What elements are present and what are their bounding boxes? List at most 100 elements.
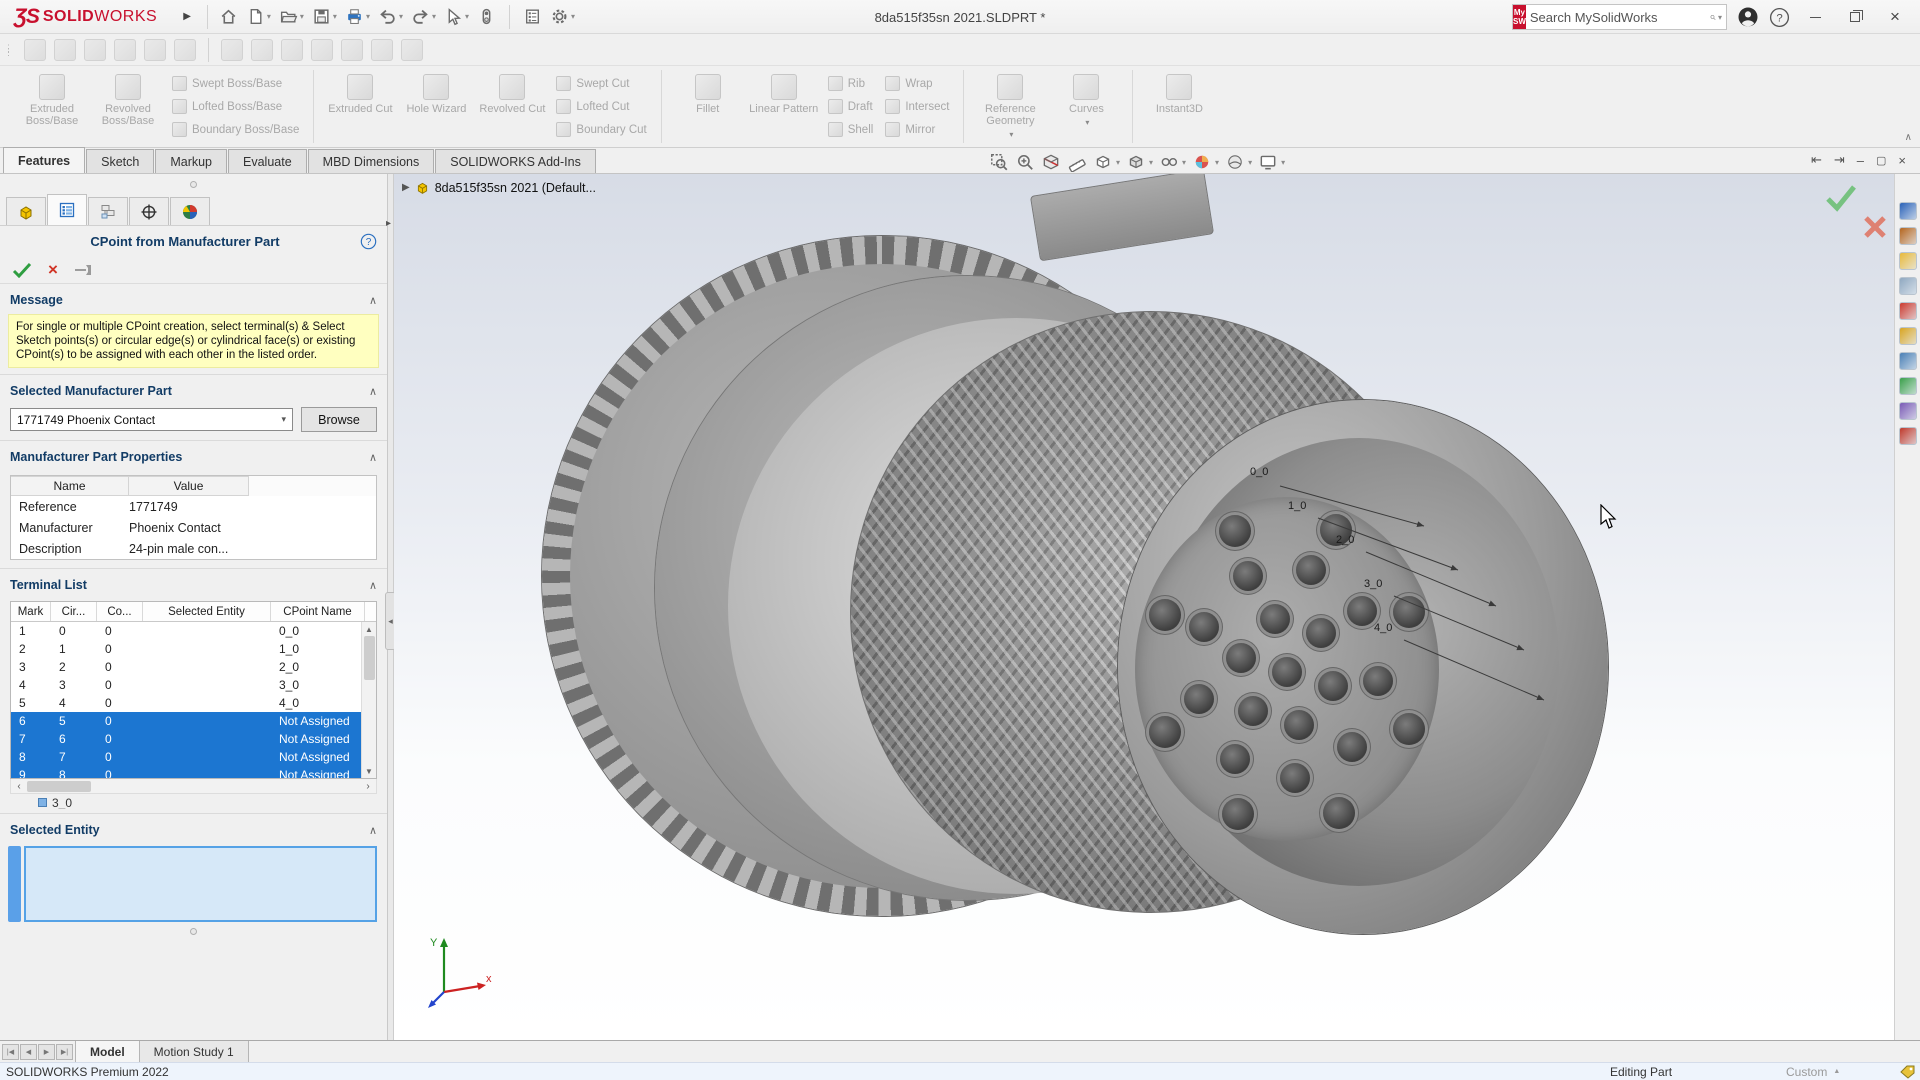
panel-splitter-handle[interactable] <box>190 180 197 188</box>
ribbon-extruded-boss-base-button[interactable]: Extruded Boss/Base <box>16 70 88 144</box>
collapse-chevron-icon[interactable]: ∧ <box>369 579 377 592</box>
pane-minimize-icon[interactable]: – <box>1857 153 1864 168</box>
tab-property-manager[interactable] <box>47 194 87 225</box>
selected-entity-active-bar[interactable] <box>8 846 21 922</box>
pin-hole[interactable] <box>1189 612 1219 642</box>
section-selected-entity[interactable]: Selected Entity ∧ <box>0 818 387 842</box>
dropdown-caret-icon[interactable]: ▾ <box>267 12 271 21</box>
ribbon-curves-button[interactable]: Curves ▾ <box>1050 70 1122 144</box>
ribbon-rib-button[interactable]: Rib <box>824 74 878 94</box>
custom-properties-icon[interactable] <box>1898 327 1917 345</box>
prev-tab-icon[interactable]: ◀ <box>20 1043 37 1060</box>
terminal-row[interactable]: 4 3 0 3_0 <box>11 676 376 694</box>
tab-evaluate[interactable]: Evaluate <box>228 149 307 173</box>
pin-hole[interactable] <box>1226 643 1256 673</box>
ribbon-swept-boss-base-button[interactable]: Swept Boss/Base <box>168 74 303 94</box>
appearances-scenes-icon[interactable] <box>1898 302 1917 320</box>
dropdown-caret-icon[interactable]: ▾ <box>1182 158 1186 167</box>
tab-sketch[interactable]: Sketch <box>86 149 155 173</box>
confirm-cancel-icon[interactable] <box>1862 214 1888 240</box>
view-palette-icon[interactable] <box>1898 277 1917 295</box>
help-icon[interactable]: ? <box>1769 7 1790 28</box>
measure-button[interactable] <box>1067 152 1087 172</box>
dropdown-caret-icon[interactable]: ▾ <box>1085 118 1089 127</box>
view-settings-button[interactable]: ▾ <box>1258 152 1285 172</box>
dropdown-caret-icon[interactable]: ▾ <box>399 12 403 21</box>
account-icon[interactable] <box>1737 6 1759 28</box>
ribbon-reference-geometry-button[interactable]: Reference Geometry ▾ <box>974 70 1046 144</box>
dropdown-caret-icon[interactable]: ▾ <box>1009 130 1013 139</box>
dropdown-caret-icon[interactable]: ▾ <box>1149 158 1153 167</box>
pin-hole[interactable] <box>1337 732 1367 762</box>
pin-hole[interactable] <box>1393 596 1425 628</box>
dropdown-caret-icon[interactable]: ▾ <box>1248 158 1252 167</box>
qa-options-gear-button[interactable]: ▾ <box>547 4 578 30</box>
tab-markup[interactable]: Markup <box>155 149 228 173</box>
collapse-chevron-icon[interactable]: ∧ <box>369 385 377 398</box>
minimize-button[interactable] <box>1800 4 1830 30</box>
terminal-horizontal-scrollbar[interactable]: ‹ › <box>10 779 377 794</box>
first-tab-icon[interactable]: |◀ <box>2 1043 19 1060</box>
ribbon-lofted-cut-button[interactable]: Lofted Cut <box>552 97 650 117</box>
scroll-thumb[interactable] <box>363 636 375 680</box>
ribbon-revolved-cut-button[interactable]: Revolved Cut <box>476 70 548 144</box>
model-tab-motion-study-1[interactable]: Motion Study 1 <box>139 1041 249 1062</box>
selected-entity-list[interactable] <box>24 846 377 922</box>
pin-hole[interactable] <box>1306 618 1336 648</box>
ribbon-boundary-cut-button[interactable]: Boundary Cut <box>552 120 650 140</box>
dropdown-caret-icon[interactable]: ▾ <box>1116 158 1120 167</box>
ribbon-draft-button[interactable]: Draft <box>824 97 878 117</box>
ribbon-hole-wizard-button[interactable]: Hole Wizard <box>400 70 472 144</box>
props-col-name[interactable]: Name <box>11 476 129 496</box>
section-message[interactable]: Message ∧ <box>0 288 387 312</box>
dropdown-caret-icon[interactable]: ▾ <box>571 12 575 21</box>
pin-hole[interactable] <box>1238 696 1268 726</box>
search-icon[interactable] <box>1710 10 1716 25</box>
tab-solidworks-add-ins[interactable]: SOLIDWORKS Add-Ins <box>435 149 596 173</box>
pin-hole[interactable] <box>1393 713 1425 745</box>
search-input[interactable] <box>1525 9 1710 25</box>
apply-scene-button[interactable]: ▾ <box>1225 152 1252 172</box>
pin-hole[interactable] <box>1184 684 1214 714</box>
collapse-chevron-icon[interactable]: ∧ <box>369 451 377 464</box>
dropdown-caret-icon[interactable]: ▾ <box>300 12 304 21</box>
scroll-down-icon[interactable]: ▼ <box>365 764 373 778</box>
toolbar-grip[interactable]: ⋮ ⋮ <box>4 43 14 56</box>
ribbon-lofted-boss-base-button[interactable]: Lofted Boss/Base <box>168 97 303 117</box>
search-caret-icon[interactable]: ▾ <box>1718 13 1722 22</box>
next-tab-icon[interactable]: ▶ <box>38 1043 55 1060</box>
solidworks-forum-icon[interactable] <box>1898 352 1917 370</box>
manufacturer-part-combobox[interactable]: 1771749 Phoenix Contact ▾ <box>10 408 293 431</box>
tab-mbd-dimensions[interactable]: MBD Dimensions <box>307 149 435 173</box>
scroll-right-icon[interactable]: › <box>360 781 376 792</box>
tree-expand-icon[interactable]: ▶ <box>402 182 410 193</box>
help-icon[interactable] <box>1898 427 1917 445</box>
combo-caret-icon[interactable]: ▾ <box>281 414 286 425</box>
collapse-chevron-icon[interactable]: ∧ <box>369 824 377 837</box>
connected-services-icon[interactable] <box>1898 402 1917 420</box>
qa-new-document-button[interactable]: ▾ <box>243 4 274 30</box>
pin-hole[interactable] <box>1347 596 1377 626</box>
display-style-button[interactable]: ▾ <box>1126 152 1153 172</box>
terminal-row[interactable]: 7 6 0 Not Assigned <box>11 730 376 748</box>
section-selected-manufacturer-part[interactable]: Selected Manufacturer Part ∧ <box>0 379 387 403</box>
ribbon-boundary-boss-base-button[interactable]: Boundary Boss/Base <box>168 120 303 140</box>
dropdown-caret-icon[interactable]: ▾ <box>366 12 370 21</box>
section-part-properties[interactable]: Manufacturer Part Properties ∧ <box>0 445 387 469</box>
pin-hole[interactable] <box>1149 716 1181 748</box>
cancel-x-icon[interactable]: × <box>48 261 58 278</box>
ribbon-fillet-button[interactable]: Fillet <box>672 70 744 144</box>
view-orientation-button[interactable]: ▾ <box>1093 152 1120 172</box>
status-units-selector[interactable]: Custom ▲ <box>1786 1065 1840 1079</box>
status-tag-icon[interactable] <box>1900 1065 1916 1079</box>
ribbon-collapse-icon[interactable]: ∧ <box>1905 132 1912 143</box>
scroll-thumb[interactable] <box>27 780 91 792</box>
model-tab-model[interactable]: Model <box>75 1041 140 1062</box>
ribbon-mirror-button[interactable]: Mirror <box>881 120 953 140</box>
terminal-row[interactable]: 5 4 0 4_0 <box>11 694 376 712</box>
hide-show-items-button[interactable]: ▾ <box>1159 152 1186 172</box>
zoom-to-fit-button[interactable] <box>989 152 1009 172</box>
terminal-vertical-scrollbar[interactable]: ▲ ▼ <box>361 622 376 778</box>
qa-redo-button[interactable]: ▾ <box>408 4 439 30</box>
zoom-to-area-button[interactable] <box>1015 152 1035 172</box>
